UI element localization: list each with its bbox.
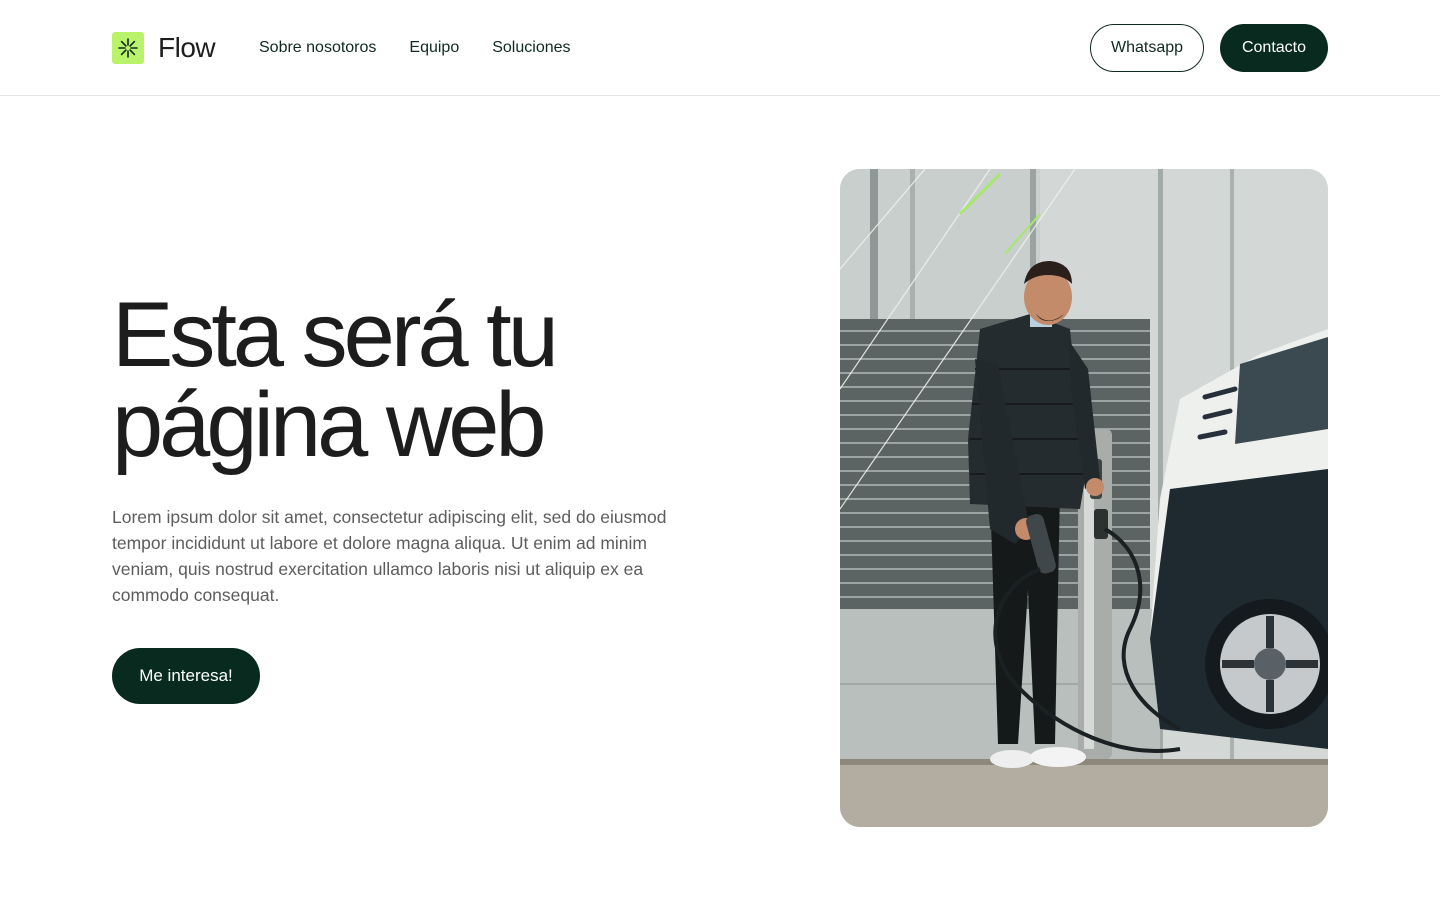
nav-item-sobre-nosotoros[interactable]: Sobre nosotoros [259,38,376,58]
hero-photo [840,169,1328,827]
site-header: Flow Sobre nosotoros Equipo Soluciones W… [0,0,1440,96]
hero-title-line-1: Esta será tu [112,284,559,386]
logo-link[interactable]: Flow [112,32,216,64]
main-nav: Sobre nosotoros Equipo Soluciones [259,38,604,58]
interest-cta-button[interactable]: Me interesa! [112,648,260,704]
nav-item-soluciones[interactable]: Soluciones [492,38,570,58]
asterisk-icon [112,32,144,64]
whatsapp-button[interactable]: Whatsapp [1090,24,1204,72]
nav-item-equipo[interactable]: Equipo [409,38,459,58]
hero-title: Esta será tu página web [112,284,732,476]
brand-name: Flow [158,32,216,63]
hero-description: Lorem ipsum dolor sit amet, consectetur … [112,507,667,605]
hero-title-line-2: página web [112,374,547,476]
ev-charging-photo [840,169,1328,827]
contact-button[interactable]: Contacto [1220,24,1328,72]
